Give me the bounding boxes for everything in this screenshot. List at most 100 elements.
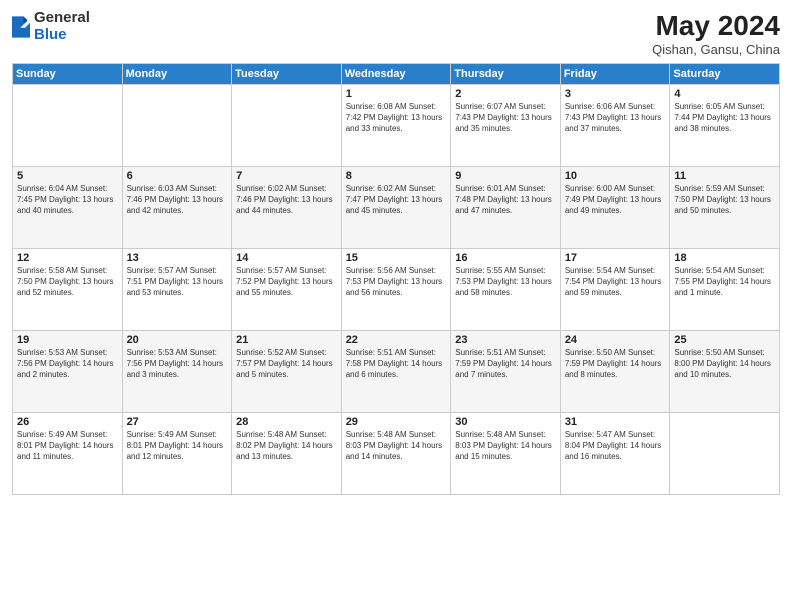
day-info: Sunrise: 5:55 AM Sunset: 7:53 PM Dayligh… bbox=[455, 266, 556, 298]
logo: General Blue bbox=[12, 10, 90, 43]
day-number: 17 bbox=[565, 252, 666, 264]
calendar-cell: 16 Sunrise: 5:55 AM Sunset: 7:53 PM Dayli… bbox=[451, 249, 561, 331]
day-number: 18 bbox=[674, 252, 775, 264]
day-info: Sunrise: 5:53 AM Sunset: 7:56 PM Dayligh… bbox=[17, 348, 118, 380]
day-number: 21 bbox=[236, 334, 337, 346]
calendar-cell bbox=[232, 85, 342, 167]
day-info: Sunrise: 6:07 AM Sunset: 7:43 PM Dayligh… bbox=[455, 102, 556, 134]
day-info: Sunrise: 6:02 AM Sunset: 7:47 PM Dayligh… bbox=[346, 184, 447, 216]
day-number: 16 bbox=[455, 252, 556, 264]
calendar-cell: 8 Sunrise: 6:02 AM Sunset: 7:47 PM Daylig… bbox=[341, 167, 451, 249]
calendar-cell: 17 Sunrise: 5:54 AM Sunset: 7:54 PM Dayli… bbox=[560, 249, 670, 331]
day-number: 15 bbox=[346, 252, 447, 264]
calendar-cell: 12Sunrise: 5:58 AM Sunset: 7:50 PM Dayli… bbox=[13, 249, 123, 331]
calendar-cell: 31 Sunrise: 5:47 AM Sunset: 8:04 PM Dayli… bbox=[560, 413, 670, 495]
weekday-header-saturday: Saturday bbox=[670, 64, 780, 85]
day-number: 24 bbox=[565, 334, 666, 346]
day-number: 28 bbox=[236, 416, 337, 428]
weekday-header-tuesday: Tuesday bbox=[232, 64, 342, 85]
calendar-cell: 18Sunrise: 5:54 AM Sunset: 7:55 PM Dayli… bbox=[670, 249, 780, 331]
calendar-week-2: 5 Sunrise: 6:04 AM Sunset: 7:45 PM Daylig… bbox=[13, 167, 780, 249]
calendar-cell: 22 Sunrise: 5:51 AM Sunset: 7:58 PM Dayli… bbox=[341, 331, 451, 413]
calendar-cell: 4Sunrise: 6:05 AM Sunset: 7:44 PM Daylig… bbox=[670, 85, 780, 167]
calendar-cell: 28Sunrise: 5:48 AM Sunset: 8:02 PM Dayli… bbox=[232, 413, 342, 495]
calendar-cell bbox=[670, 413, 780, 495]
day-info: Sunrise: 5:50 AM Sunset: 7:59 PM Dayligh… bbox=[565, 348, 666, 380]
month-title: May 2024 bbox=[652, 10, 780, 42]
day-info: Sunrise: 5:57 AM Sunset: 7:51 PM Dayligh… bbox=[127, 266, 228, 298]
calendar-week-4: 19 Sunrise: 5:53 AM Sunset: 7:56 PM Dayli… bbox=[13, 331, 780, 413]
calendar-cell: 15 Sunrise: 5:56 AM Sunset: 7:53 PM Dayli… bbox=[341, 249, 451, 331]
calendar-cell: 24 Sunrise: 5:50 AM Sunset: 7:59 PM Dayli… bbox=[560, 331, 670, 413]
day-info: Sunrise: 5:48 AM Sunset: 8:03 PM Dayligh… bbox=[455, 430, 556, 462]
day-number: 1 bbox=[346, 88, 447, 100]
calendar-cell: 30Sunrise: 5:48 AM Sunset: 8:03 PM Dayli… bbox=[451, 413, 561, 495]
day-number: 3 bbox=[565, 88, 666, 100]
day-info: Sunrise: 6:08 AM Sunset: 7:42 PM Dayligh… bbox=[346, 102, 447, 134]
day-number: 23 bbox=[455, 334, 556, 346]
page-header: General Blue May 2024 Qishan, Gansu, Chi… bbox=[12, 10, 780, 57]
day-number: 5 bbox=[17, 170, 118, 182]
day-info: Sunrise: 5:56 AM Sunset: 7:53 PM Dayligh… bbox=[346, 266, 447, 298]
weekday-header-thursday: Thursday bbox=[451, 64, 561, 85]
calendar-cell: 20Sunrise: 5:53 AM Sunset: 7:56 PM Dayli… bbox=[122, 331, 232, 413]
day-info: Sunrise: 5:51 AM Sunset: 7:58 PM Dayligh… bbox=[346, 348, 447, 380]
day-number: 8 bbox=[346, 170, 447, 182]
day-number: 26 bbox=[17, 416, 118, 428]
calendar-cell: 14Sunrise: 5:57 AM Sunset: 7:52 PM Dayli… bbox=[232, 249, 342, 331]
calendar-body: 1 Sunrise: 6:08 AM Sunset: 7:42 PM Daylig… bbox=[13, 85, 780, 495]
location: Qishan, Gansu, China bbox=[652, 42, 780, 57]
day-number: 19 bbox=[17, 334, 118, 346]
calendar: SundayMondayTuesdayWednesdayThursdayFrid… bbox=[12, 63, 780, 495]
weekday-header-monday: Monday bbox=[122, 64, 232, 85]
logo-text: General Blue bbox=[34, 10, 90, 43]
day-info: Sunrise: 6:06 AM Sunset: 7:43 PM Dayligh… bbox=[565, 102, 666, 134]
day-info: Sunrise: 5:48 AM Sunset: 8:03 PM Dayligh… bbox=[346, 430, 447, 462]
calendar-cell: 11Sunrise: 5:59 AM Sunset: 7:50 PM Dayli… bbox=[670, 167, 780, 249]
day-number: 9 bbox=[455, 170, 556, 182]
calendar-header-row: SundayMondayTuesdayWednesdayThursdayFrid… bbox=[13, 64, 780, 85]
calendar-cell: 27 Sunrise: 5:49 AM Sunset: 8:01 PM Dayli… bbox=[122, 413, 232, 495]
day-info: Sunrise: 6:00 AM Sunset: 7:49 PM Dayligh… bbox=[565, 184, 666, 216]
day-info: Sunrise: 5:54 AM Sunset: 7:54 PM Dayligh… bbox=[565, 266, 666, 298]
day-info: Sunrise: 5:53 AM Sunset: 7:56 PM Dayligh… bbox=[127, 348, 228, 380]
day-number: 29 bbox=[346, 416, 447, 428]
calendar-cell: 25 Sunrise: 5:50 AM Sunset: 8:00 PM Dayli… bbox=[670, 331, 780, 413]
day-info: Sunrise: 6:02 AM Sunset: 7:46 PM Dayligh… bbox=[236, 184, 337, 216]
day-info: Sunrise: 5:49 AM Sunset: 8:01 PM Dayligh… bbox=[127, 430, 228, 462]
calendar-cell: 3 Sunrise: 6:06 AM Sunset: 7:43 PM Daylig… bbox=[560, 85, 670, 167]
day-number: 22 bbox=[346, 334, 447, 346]
day-info: Sunrise: 5:49 AM Sunset: 8:01 PM Dayligh… bbox=[17, 430, 118, 462]
day-number: 10 bbox=[565, 170, 666, 182]
calendar-cell: 7 Sunrise: 6:02 AM Sunset: 7:46 PM Daylig… bbox=[232, 167, 342, 249]
logo-general: General bbox=[34, 10, 90, 27]
calendar-cell: 19 Sunrise: 5:53 AM Sunset: 7:56 PM Dayli… bbox=[13, 331, 123, 413]
day-number: 4 bbox=[674, 88, 775, 100]
logo-blue: Blue bbox=[34, 27, 90, 44]
day-info: Sunrise: 6:04 AM Sunset: 7:45 PM Dayligh… bbox=[17, 184, 118, 216]
calendar-cell: 21Sunrise: 5:52 AM Sunset: 7:57 PM Dayli… bbox=[232, 331, 342, 413]
day-number: 12 bbox=[17, 252, 118, 264]
day-number: 25 bbox=[674, 334, 775, 346]
calendar-cell: 26 Sunrise: 5:49 AM Sunset: 8:01 PM Dayli… bbox=[13, 413, 123, 495]
day-number: 11 bbox=[674, 170, 775, 182]
calendar-week-5: 26 Sunrise: 5:49 AM Sunset: 8:01 PM Dayli… bbox=[13, 413, 780, 495]
calendar-cell: 23Sunrise: 5:51 AM Sunset: 7:59 PM Dayli… bbox=[451, 331, 561, 413]
title-section: May 2024 Qishan, Gansu, China bbox=[652, 10, 780, 57]
calendar-cell bbox=[122, 85, 232, 167]
day-info: Sunrise: 6:03 AM Sunset: 7:46 PM Dayligh… bbox=[127, 184, 228, 216]
day-number: 6 bbox=[127, 170, 228, 182]
day-info: Sunrise: 5:47 AM Sunset: 8:04 PM Dayligh… bbox=[565, 430, 666, 462]
day-number: 7 bbox=[236, 170, 337, 182]
calendar-cell: 1 Sunrise: 6:08 AM Sunset: 7:42 PM Daylig… bbox=[341, 85, 451, 167]
weekday-header-wednesday: Wednesday bbox=[341, 64, 451, 85]
day-number: 27 bbox=[127, 416, 228, 428]
day-number: 14 bbox=[236, 252, 337, 264]
day-number: 31 bbox=[565, 416, 666, 428]
calendar-cell: 5 Sunrise: 6:04 AM Sunset: 7:45 PM Daylig… bbox=[13, 167, 123, 249]
weekday-header-friday: Friday bbox=[560, 64, 670, 85]
calendar-cell: 9Sunrise: 6:01 AM Sunset: 7:48 PM Daylig… bbox=[451, 167, 561, 249]
day-info: Sunrise: 5:50 AM Sunset: 8:00 PM Dayligh… bbox=[674, 348, 775, 380]
calendar-cell: 13Sunrise: 5:57 AM Sunset: 7:51 PM Dayli… bbox=[122, 249, 232, 331]
calendar-cell: 6 Sunrise: 6:03 AM Sunset: 7:46 PM Daylig… bbox=[122, 167, 232, 249]
